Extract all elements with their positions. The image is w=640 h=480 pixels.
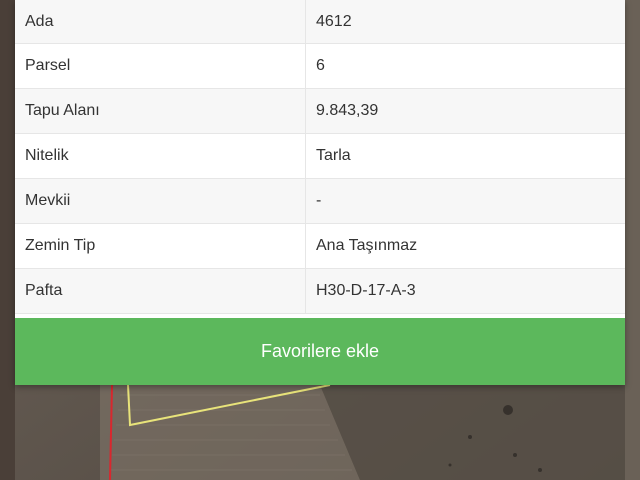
info-value: - bbox=[305, 178, 625, 224]
info-row-parsel: Parsel 6 bbox=[15, 43, 625, 89]
info-row-zemin-tip: Zemin Tip Ana Taşınmaz bbox=[15, 223, 625, 269]
add-to-favorites-button[interactable]: Favorilere ekle bbox=[15, 318, 625, 385]
info-value: 6 bbox=[305, 43, 625, 89]
parcel-info-panel: Ada 4612 Parsel 6 Tapu Alanı 9.843,39 Ni… bbox=[15, 0, 625, 385]
info-row-mevkii: Mevkii - bbox=[15, 178, 625, 224]
info-key: Pafta bbox=[15, 268, 306, 314]
info-value: 4612 bbox=[305, 0, 625, 44]
info-key: Tapu Alanı bbox=[15, 88, 306, 134]
screen: Ada 4612 Parsel 6 Tapu Alanı 9.843,39 Ni… bbox=[0, 0, 640, 480]
info-key: Mevkii bbox=[15, 178, 306, 224]
info-key: Zemin Tip bbox=[15, 223, 306, 269]
info-value: H30-D-17-A-3 bbox=[305, 268, 625, 314]
info-key: Ada bbox=[15, 0, 306, 44]
info-value: Tarla bbox=[305, 133, 625, 179]
info-value: 9.843,39 bbox=[305, 88, 625, 134]
info-key: Nitelik bbox=[15, 133, 306, 179]
info-row-tapu-alani: Tapu Alanı 9.843,39 bbox=[15, 88, 625, 134]
info-key: Parsel bbox=[15, 43, 306, 89]
info-value: Ana Taşınmaz bbox=[305, 223, 625, 269]
parcel-info-table: Ada 4612 Parsel 6 Tapu Alanı 9.843,39 Ni… bbox=[15, 0, 625, 314]
info-row-pafta: Pafta H30-D-17-A-3 bbox=[15, 268, 625, 314]
info-row-nitelik: Nitelik Tarla bbox=[15, 133, 625, 179]
info-row-ada: Ada 4612 bbox=[15, 0, 625, 44]
